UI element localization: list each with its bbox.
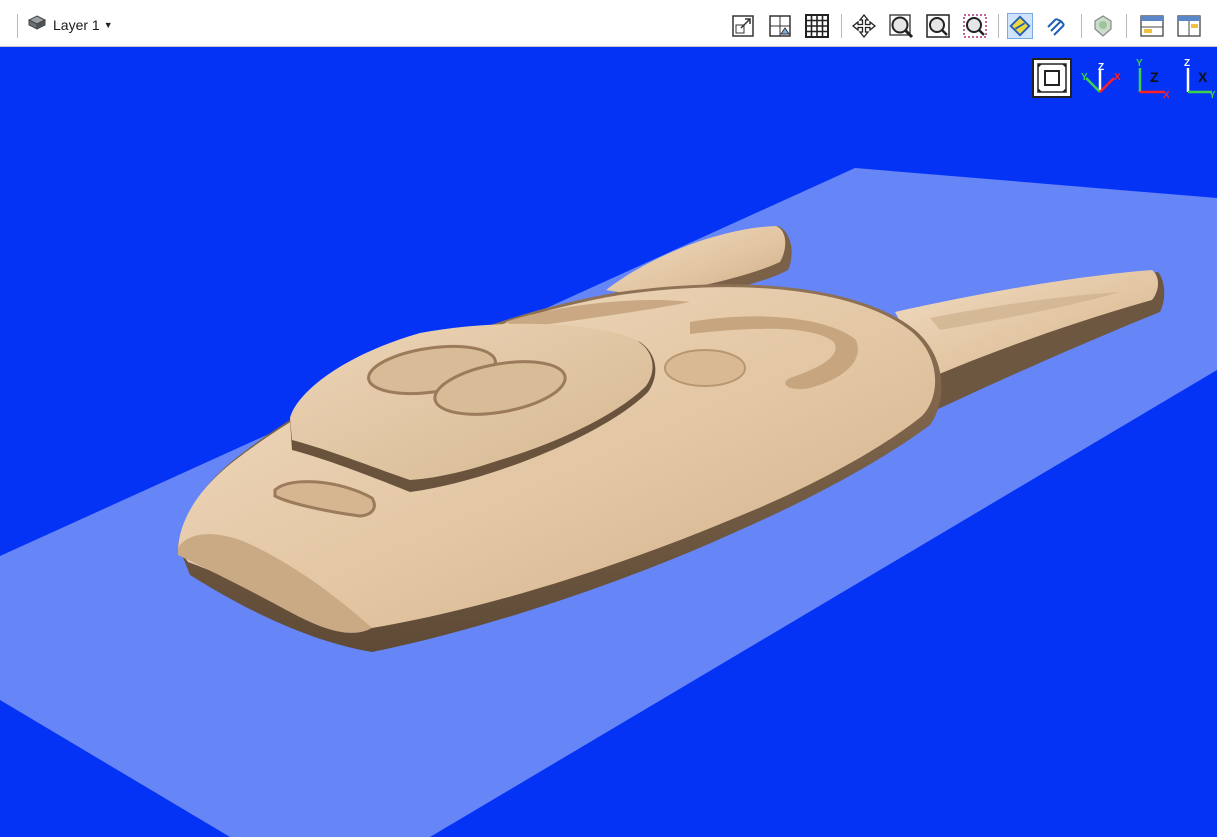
zoom-selection-icon: [963, 14, 987, 38]
axis-label-z: Z: [1184, 58, 1190, 69]
model-scene: [0, 168, 1217, 837]
chevron-down-icon: ▼: [103, 20, 113, 30]
axis-label-x: X: [1163, 90, 1170, 101]
scale-view-button[interactable]: [730, 13, 756, 39]
top-axes-icon: Y Z X: [1136, 58, 1170, 101]
zoom-selection-button[interactable]: [962, 13, 988, 39]
toolbar-separator: [17, 14, 18, 38]
view-toolbar: Layer 1 ▼: [0, 0, 1217, 47]
toggle-2d-3d-button[interactable]: [767, 13, 793, 39]
nose-bump: [664, 349, 746, 387]
axis-label-z: Z: [1150, 69, 1159, 85]
show-vectors-button[interactable]: [1007, 13, 1033, 39]
axis-label-y: Y: [1209, 90, 1216, 101]
layout-icon: [1177, 15, 1201, 37]
axis-label-y: Y: [1081, 72, 1088, 83]
toolpath-view-button[interactable]: [1044, 13, 1070, 39]
toolbar-separator: [998, 14, 999, 38]
axis-label-x: X: [1114, 72, 1121, 83]
axis-label-y: Y: [1136, 58, 1143, 69]
toolbar-separator: [1081, 14, 1082, 38]
view-fit-button[interactable]: [1032, 58, 1072, 103]
split-view-icon: [1140, 15, 1164, 37]
iso-axes-icon: Z Y X: [1081, 62, 1121, 93]
vectors-icon: [1009, 15, 1031, 37]
scale-icon: [732, 15, 754, 37]
pan-move-icon: [851, 13, 877, 39]
zoom-extents-button[interactable]: [888, 13, 914, 39]
split-view-button[interactable]: [1139, 13, 1165, 39]
zoom-extents-icon: [889, 14, 914, 39]
axis-label-x: X: [1198, 69, 1208, 85]
fit-view-icon: [1032, 58, 1072, 98]
view-iso-button[interactable]: Z Y X: [1080, 58, 1124, 107]
front-axes-icon: Z X Y: [1184, 58, 1216, 101]
toolpath-icon: [1047, 18, 1065, 36]
window-layout-button[interactable]: [1176, 13, 1202, 39]
zoom-window-icon: [926, 14, 950, 38]
view-top-button[interactable]: Y Z X: [1128, 58, 1172, 107]
grid-toggle-button[interactable]: [804, 13, 830, 39]
pan-button[interactable]: [851, 13, 877, 39]
grid-icon: [805, 14, 829, 38]
layer-dropdown-label: Layer 1: [53, 17, 100, 33]
view-front-button[interactable]: Z X Y: [1176, 58, 1217, 107]
axis-label-z: Z: [1098, 62, 1104, 73]
layer-dropdown[interactable]: Layer 1 ▼: [27, 13, 113, 37]
render-shading-button[interactable]: [1090, 13, 1116, 39]
3d-viewport[interactable]: Z Y X Y Z X Z X Y: [0, 47, 1217, 837]
shading-icon: [1094, 15, 1112, 37]
toolbar-separator: [841, 14, 842, 38]
toolbar-separator: [1126, 14, 1127, 38]
view-2d-icon: [769, 15, 791, 37]
zoom-window-button[interactable]: [925, 13, 951, 39]
layer-stack-icon: [27, 14, 47, 37]
